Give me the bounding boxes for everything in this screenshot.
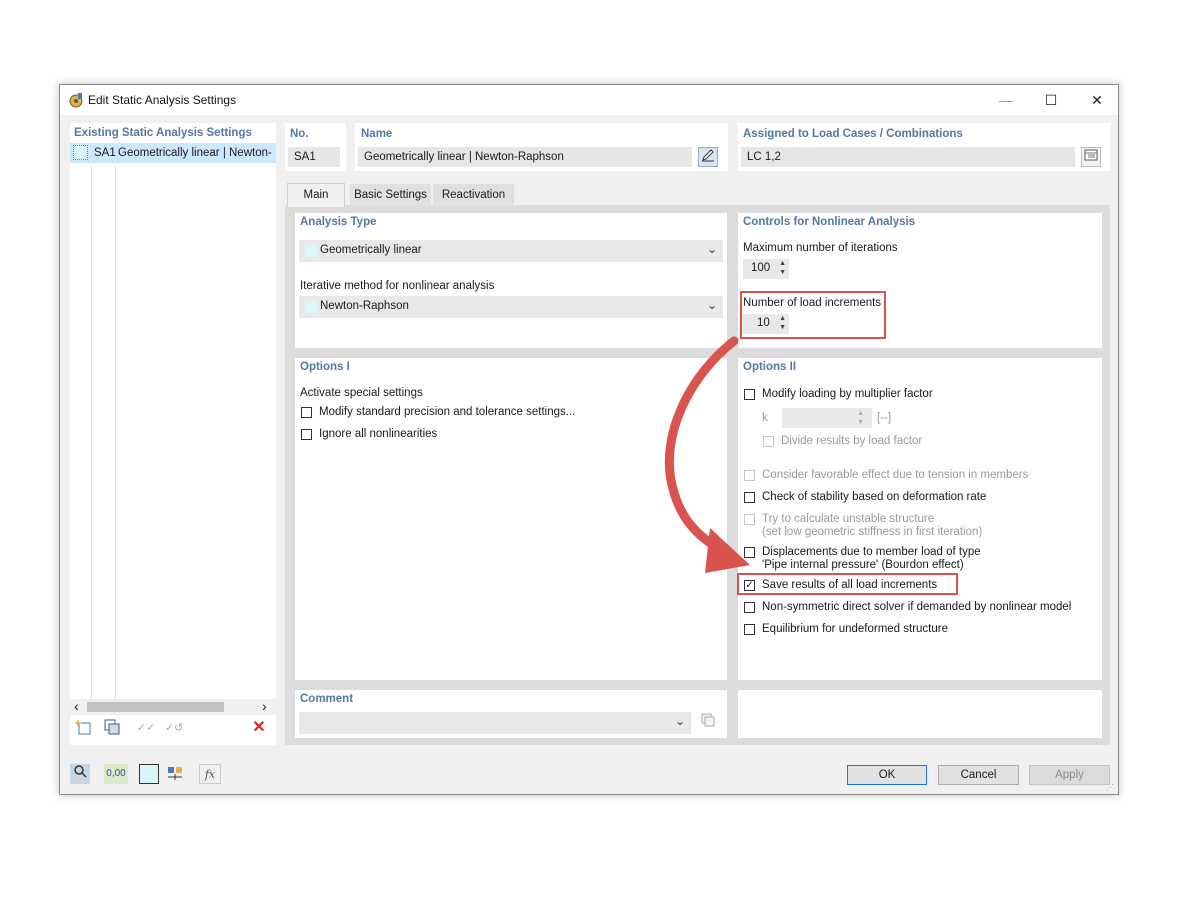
checkbox-ignore-nonlinearities[interactable]	[301, 429, 312, 440]
checkbox-nonsymmetric[interactable]	[744, 602, 755, 613]
highlight-box-load-increments	[740, 291, 886, 339]
k-unit: [--]	[877, 412, 892, 424]
tree-line	[91, 165, 92, 699]
chevron-down-icon: ⌄	[706, 298, 717, 312]
max-iter-value: 100	[751, 262, 771, 274]
scroll-right-icon[interactable]: ›	[262, 698, 267, 714]
comment-dropdown[interactable]: ⌄	[299, 712, 691, 734]
name-panel: Name Geometrically linear | Newton-Raphs…	[355, 123, 728, 171]
name-field[interactable]: Geometrically linear | Newton-Raphson	[358, 147, 692, 167]
name-label: Name	[361, 128, 393, 140]
spinner-arrows-icon: ▲ ▼	[857, 410, 864, 426]
max-iter-spinner[interactable]: 100 ▲ ▼	[743, 259, 789, 279]
chevron-down-icon: ⌄	[674, 714, 685, 728]
uncheck-all-icon[interactable]: ✓↺	[164, 718, 184, 738]
tab-reactivation[interactable]: Reactivation	[433, 184, 514, 206]
displacements-label-2: 'Pipe internal pressure' (Bourdon effect…	[762, 559, 964, 571]
chevron-down-icon: ⌄	[706, 242, 717, 256]
annotation-arrow	[664, 336, 750, 573]
highlight-box-save-results	[737, 573, 958, 595]
method-label: Iterative method for nonlinear analysis	[300, 280, 495, 292]
analysis-type-title: Analysis Type	[300, 216, 377, 228]
analysis-type-value: Geometrically linear	[320, 244, 422, 256]
equilibrium-label: Equilibrium for undeformed structure	[762, 623, 948, 635]
comment-title: Comment	[300, 693, 354, 705]
color-swatch-icon[interactable]	[139, 764, 159, 784]
favorable-label: Consider favorable effect due to tension…	[762, 469, 1029, 481]
select-load-cases-icon[interactable]	[1081, 147, 1101, 167]
window-title: Edit Static Analysis Settings	[88, 93, 237, 107]
units-icon[interactable]	[165, 764, 185, 784]
search-icon[interactable]	[70, 764, 90, 784]
app-icon	[68, 92, 84, 108]
comment-panel: Comment ⌄	[295, 690, 727, 738]
checkbox-modify-precision[interactable]	[301, 407, 312, 418]
scroll-thumb[interactable]	[87, 702, 224, 712]
list-item-label: Geometrically linear | Newton-	[118, 147, 272, 159]
displacements-label-1: Displacements due to member load of type	[762, 546, 981, 558]
nonsymmetric-label: Non-symmetric direct solver if demanded …	[762, 601, 1072, 613]
close-button[interactable]: ✕	[1087, 91, 1107, 109]
dialog: Edit Static Analysis Settings — ☐ ✕ Exis…	[59, 84, 1119, 795]
left-panel-title: Existing Static Analysis Settings	[74, 127, 252, 139]
list-item-no: SA1	[94, 147, 116, 159]
divide-results-label: Divide results by load factor	[781, 435, 923, 447]
horizontal-scrollbar[interactable]: ‹ ›	[70, 698, 276, 715]
resize-grip-icon[interactable]: ⋰	[1106, 783, 1114, 792]
checkbox-equilibrium[interactable]	[744, 624, 755, 635]
title-bar: Edit Static Analysis Settings — ☐ ✕	[60, 85, 1118, 115]
activate-label: Activate special settings	[300, 387, 423, 399]
analysis-type-dropdown[interactable]: Geometrically linear ⌄	[299, 240, 723, 262]
minimize-button[interactable]: —	[996, 91, 1016, 109]
tab-main[interactable]: Main	[287, 183, 345, 207]
cancel-button[interactable]: Cancel	[938, 765, 1019, 785]
new-item-icon[interactable]	[74, 718, 94, 738]
options2-panel: Options II Modify loading by multiplier …	[738, 358, 1102, 680]
method-swatch	[305, 301, 317, 313]
assigned-field[interactable]: LC 1,2	[741, 147, 1075, 167]
controls-title: Controls for Nonlinear Analysis	[743, 216, 916, 228]
tree-line	[115, 165, 116, 699]
edit-name-icon[interactable]	[698, 147, 718, 167]
ok-button[interactable]: OK	[847, 765, 927, 785]
checkbox-divide-results	[763, 436, 774, 447]
method-dropdown[interactable]: Newton-Raphson ⌄	[299, 296, 723, 318]
copy-item-icon[interactable]	[102, 718, 122, 738]
k-label: k	[762, 412, 768, 424]
comment-right-panel	[738, 690, 1102, 738]
max-iter-label: Maximum number of iterations	[743, 242, 898, 254]
apply-button[interactable]: Apply	[1029, 765, 1110, 785]
assigned-panel: Assigned to Load Cases / Combinations LC…	[738, 123, 1110, 171]
spinner-arrows-icon[interactable]: ▲ ▼	[779, 259, 786, 277]
tab-basic-settings[interactable]: Basic Settings	[350, 184, 431, 206]
list-item[interactable]: SA1 Geometrically linear | Newton-	[70, 143, 276, 163]
function-icon[interactable]: fx	[199, 764, 221, 784]
method-value: Newton-Raphson	[320, 300, 409, 312]
k-spinner: ▲ ▼	[782, 408, 872, 428]
decimal-places-icon[interactable]: 0,00	[104, 764, 128, 784]
unstable-label-1: Try to calculate unstable structure	[762, 513, 935, 525]
assigned-label: Assigned to Load Cases / Combinations	[743, 128, 963, 140]
no-label: No.	[290, 128, 309, 140]
modify-loading-label: Modify loading by multiplier factor	[762, 388, 933, 400]
left-panel: Existing Static Analysis Settings SA1 Ge…	[70, 123, 276, 745]
options1-title: Options I	[300, 361, 350, 373]
delete-icon[interactable]: ✕	[248, 718, 270, 738]
comment-library-icon[interactable]	[698, 712, 718, 732]
maximize-button[interactable]: ☐	[1041, 91, 1061, 109]
stability-label: Check of stability based on deformation …	[762, 491, 987, 503]
no-panel: No. SA1	[285, 123, 346, 171]
scroll-left-icon[interactable]: ‹	[74, 698, 79, 714]
list-item-swatch	[73, 145, 88, 160]
analysis-type-swatch	[305, 245, 317, 257]
no-field[interactable]: SA1	[288, 147, 340, 167]
check-all-icon[interactable]: ✓✓	[136, 718, 156, 738]
modify-precision-label: Modify standard precision and tolerance …	[319, 406, 576, 418]
ignore-nonlinearities-label: Ignore all nonlinearities	[319, 428, 438, 440]
unstable-label-2: (set low geometric stiffness in first it…	[762, 526, 983, 538]
